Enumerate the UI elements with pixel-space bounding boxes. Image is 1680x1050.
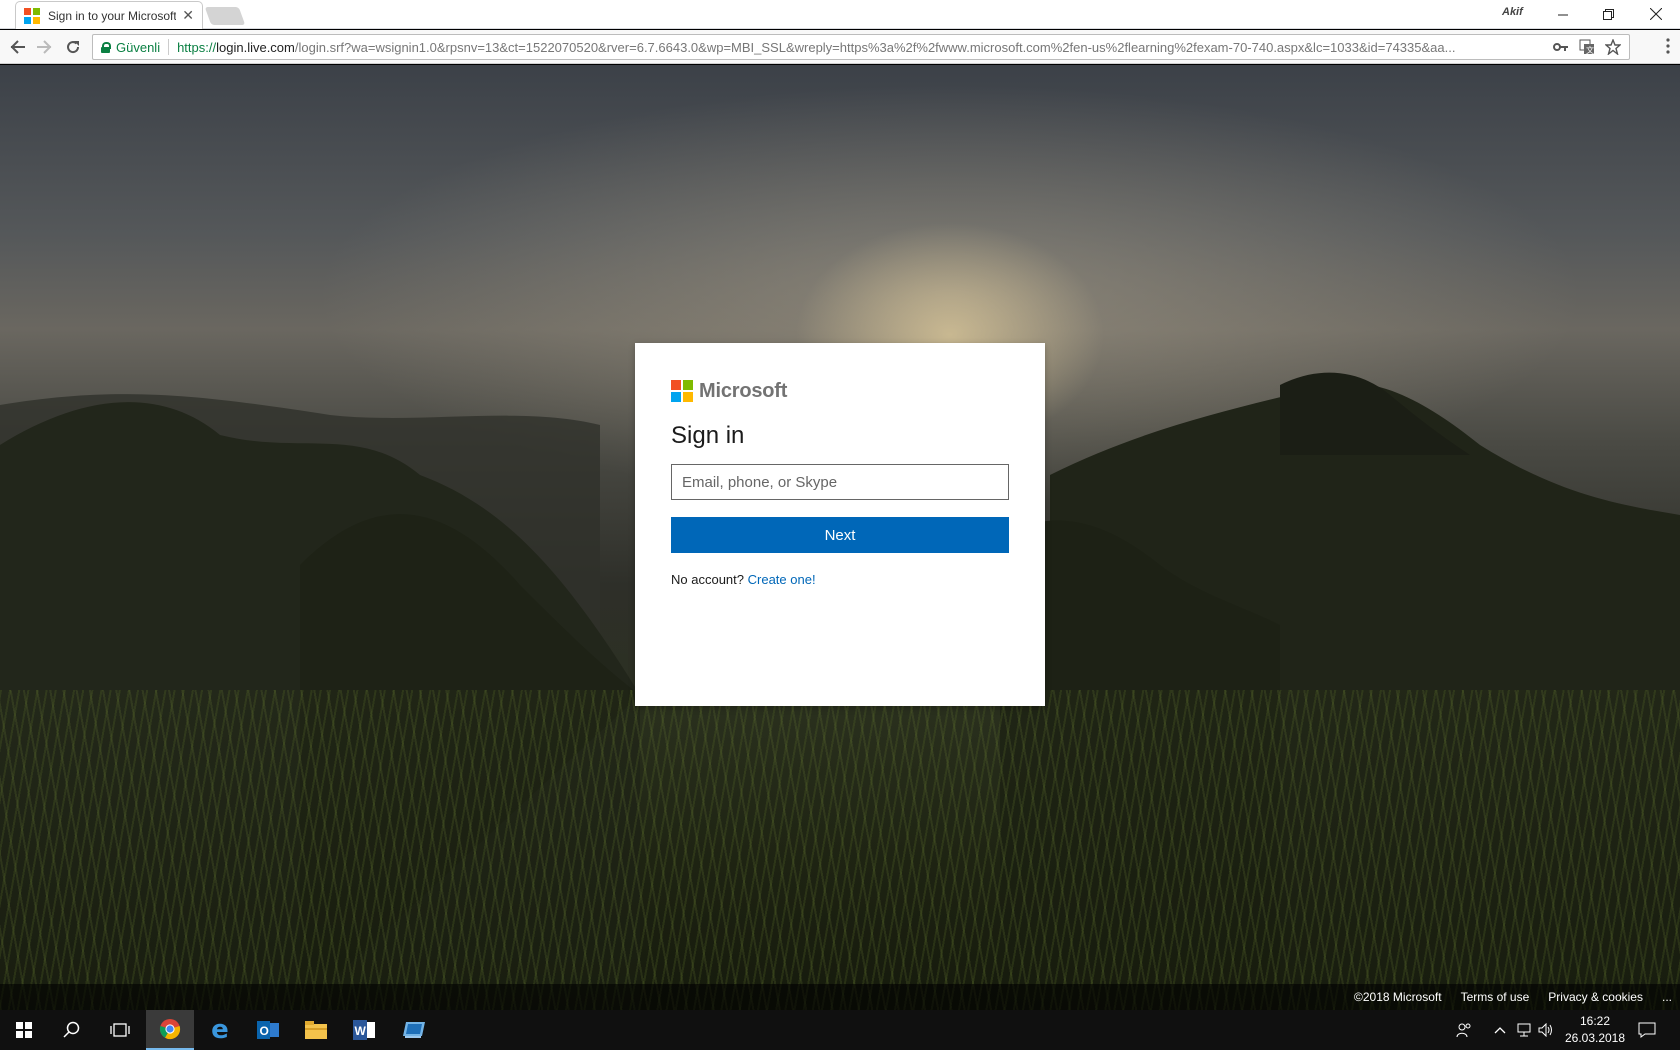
chrome-icon bbox=[159, 1019, 181, 1040]
signin-title: Sign in bbox=[671, 422, 745, 449]
minimize-icon bbox=[1557, 14, 1568, 15]
folder-icon bbox=[305, 1021, 327, 1039]
restore-button[interactable] bbox=[1586, 0, 1630, 28]
microsoft-logo: Microsoft bbox=[671, 379, 1009, 403]
address-bar[interactable]: Güvenli https:// login.live.com /login.s… bbox=[92, 34, 1630, 60]
clock-time: 16:22 bbox=[1579, 1014, 1611, 1028]
network-button[interactable] bbox=[1516, 1010, 1532, 1050]
windows-taskbar: e O W 16:22 26.03.2018 bbox=[0, 1010, 1680, 1050]
notification-icon bbox=[1638, 1022, 1656, 1038]
no-account-row: No account? Create one! bbox=[671, 572, 1009, 587]
signin-card: Microsoft Sign in Next No account? Creat… bbox=[635, 343, 1045, 706]
url-host: login.live.com bbox=[216, 39, 295, 55]
volume-button[interactable] bbox=[1538, 1010, 1554, 1050]
lock-icon bbox=[101, 41, 111, 53]
copyright-text: ©2018 Microsoft bbox=[1354, 990, 1442, 1004]
chevron-up-icon bbox=[1494, 1027, 1506, 1034]
word-icon: W bbox=[353, 1020, 375, 1040]
microsoft-wordmark: Microsoft bbox=[699, 379, 788, 402]
taskbar-file-explorer[interactable] bbox=[292, 1010, 340, 1050]
page-background: Microsoft Sign in Next No account? Creat… bbox=[0, 65, 1680, 1010]
show-hidden-icons-button[interactable] bbox=[1494, 1010, 1506, 1050]
search-icon bbox=[63, 1021, 80, 1038]
terms-link[interactable]: Terms of use bbox=[1461, 990, 1530, 1004]
no-account-text: No account? bbox=[671, 572, 744, 587]
omnibox-separator bbox=[168, 39, 170, 55]
search-button[interactable] bbox=[48, 1010, 96, 1050]
kebab-menu-icon[interactable] bbox=[1666, 38, 1670, 54]
restore-icon bbox=[1602, 8, 1614, 20]
microsoft-favicon-icon bbox=[24, 7, 40, 24]
network-icon bbox=[1517, 1023, 1531, 1037]
task-view-button[interactable] bbox=[96, 1010, 144, 1050]
reload-icon bbox=[67, 41, 80, 54]
back-button[interactable] bbox=[6, 35, 30, 59]
grass-foreground bbox=[0, 690, 1680, 1010]
more-options-button[interactable]: ... bbox=[1662, 990, 1672, 1004]
omnibox-actions: 文 bbox=[1545, 39, 1629, 55]
outlook-icon: O bbox=[257, 1021, 279, 1039]
windows-start-icon bbox=[16, 1022, 32, 1038]
taskbar-chrome[interactable] bbox=[146, 1010, 194, 1050]
start-button[interactable] bbox=[0, 1010, 48, 1050]
action-center-button[interactable] bbox=[1638, 1010, 1656, 1050]
url-scheme: https:// bbox=[177, 39, 217, 55]
taskbar-word[interactable]: W bbox=[340, 1010, 388, 1050]
svg-text:W: W bbox=[355, 1024, 367, 1038]
next-button[interactable]: Next bbox=[671, 517, 1009, 553]
taskbar-remote-desktop[interactable] bbox=[390, 1010, 438, 1050]
microsoft-logo-icon bbox=[671, 380, 693, 402]
taskbar-outlook[interactable]: O bbox=[244, 1010, 292, 1050]
close-icon bbox=[1650, 8, 1662, 20]
task-view-icon bbox=[110, 1023, 130, 1037]
svg-text:文: 文 bbox=[1586, 45, 1594, 55]
clock-date: 26.03.2018 bbox=[1564, 1031, 1626, 1045]
people-button[interactable] bbox=[1456, 1010, 1472, 1050]
create-account-link[interactable]: Create one! bbox=[748, 572, 816, 587]
privacy-link[interactable]: Privacy & cookies bbox=[1548, 990, 1643, 1004]
email-input[interactable] bbox=[671, 464, 1009, 500]
reload-button[interactable] bbox=[61, 35, 85, 59]
remote-desktop-icon bbox=[403, 1022, 425, 1038]
taskbar-clock[interactable]: 16:22 26.03.2018 bbox=[1562, 1013, 1628, 1047]
minimize-button[interactable] bbox=[1541, 0, 1585, 28]
profile-button[interactable]: Akif bbox=[1502, 6, 1523, 18]
browser-tab-signin[interactable]: Sign in to your Microsoft ✕ bbox=[15, 1, 203, 29]
tab-title: Sign in to your Microsoft bbox=[48, 8, 177, 23]
svg-text:O: O bbox=[260, 1024, 269, 1038]
forward-arrow-icon bbox=[37, 40, 52, 54]
secure-label: Güvenli bbox=[116, 39, 161, 55]
url-path: /login.srf?wa=wsignin1.0&rpsnv=13&ct=152… bbox=[294, 39, 1456, 55]
forward-button[interactable] bbox=[32, 35, 56, 59]
page-footer: ©2018 Microsoft Terms of use Privacy & c… bbox=[0, 984, 1680, 1010]
key-icon[interactable] bbox=[1553, 41, 1569, 53]
new-tab-button[interactable] bbox=[204, 7, 246, 25]
edge-icon: e bbox=[211, 1015, 229, 1045]
tab-close-icon[interactable]: ✕ bbox=[182, 7, 194, 24]
people-icon bbox=[1456, 1023, 1471, 1038]
taskbar-edge[interactable]: e bbox=[196, 1010, 244, 1050]
back-arrow-icon bbox=[10, 40, 25, 54]
translate-icon[interactable]: 文 bbox=[1579, 39, 1595, 55]
star-icon[interactable] bbox=[1605, 39, 1621, 55]
browser-toolbar: Güvenli https:// login.live.com /login.s… bbox=[0, 30, 1680, 64]
close-window-button[interactable] bbox=[1634, 0, 1678, 28]
volume-icon bbox=[1538, 1023, 1552, 1037]
browser-tabstrip: Sign in to your Microsoft ✕ Akif bbox=[0, 0, 1680, 29]
